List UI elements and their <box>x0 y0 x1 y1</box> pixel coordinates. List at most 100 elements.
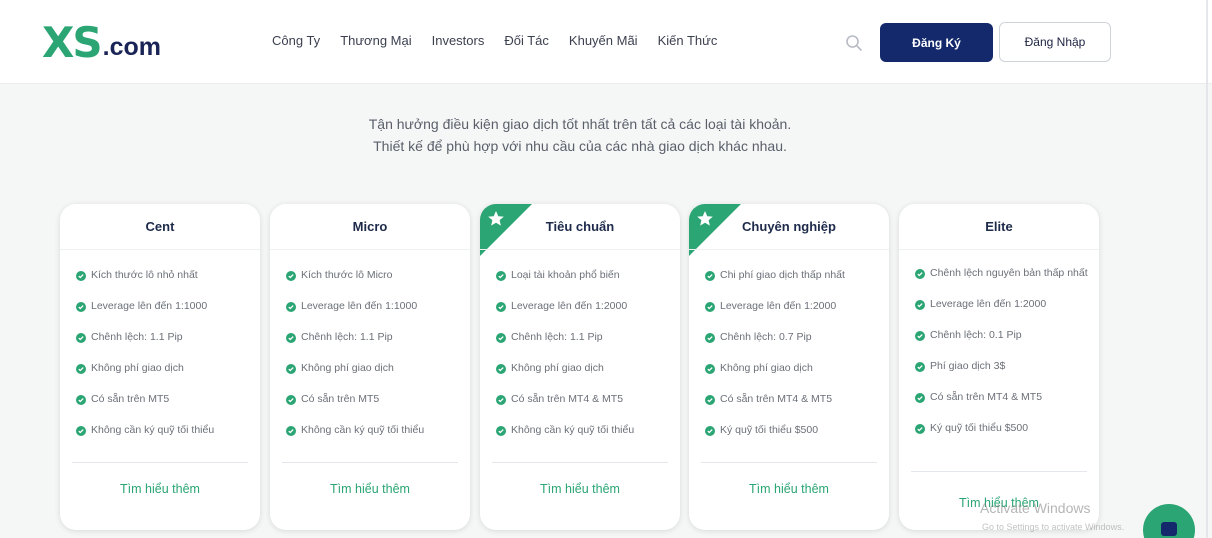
feature-text: Ký quỹ tối thiểu $500 <box>720 424 819 436</box>
feature-item: Loại tài khoản phổ biến <box>496 268 674 283</box>
chat-button[interactable] <box>1143 504 1195 538</box>
feature-item: Chi phí giao dịch thấp nhất <box>705 268 883 283</box>
learn-more-link[interactable]: Tìm hiểu thêm <box>480 482 680 496</box>
card-title: Chuyên nghiệp <box>689 204 889 250</box>
feature-text: Có sẵn trên MT5 <box>301 393 380 405</box>
check-circle-icon <box>915 300 925 310</box>
feature-item: Leverage lên đến 1:2000 <box>496 299 674 314</box>
feature-list: Chi phí giao dịch thấp nhất Leverage lên… <box>705 268 883 454</box>
nav-item-investors[interactable]: Investors <box>432 33 485 48</box>
learn-more-link[interactable]: Tìm hiểu thêm <box>60 482 260 496</box>
activate-windows-subtitle: Go to Settings to activate Windows. <box>982 522 1125 532</box>
learn-more-link[interactable]: Tìm hiểu thêm <box>689 482 889 496</box>
login-button[interactable]: Đăng Nhập <box>999 22 1111 62</box>
search-icon[interactable] <box>845 34 863 52</box>
feature-item: Không cần ký quỹ tối thiểu <box>496 423 674 438</box>
feature-item: Không cần ký quỹ tối thiểu <box>76 423 254 438</box>
feature-item: Leverage lên đến 1:1000 <box>76 299 254 314</box>
check-circle-icon <box>496 364 506 374</box>
feature-item: Ký quỹ tối thiểu $500 <box>915 421 1093 436</box>
feature-list: Loại tài khoản phổ biến Leverage lên đến… <box>496 268 674 454</box>
check-circle-icon <box>496 426 506 436</box>
feature-item: Leverage lên đến 1:1000 <box>286 299 464 314</box>
feature-text: Không phí giao dịch <box>511 362 604 374</box>
card-divider <box>911 471 1087 472</box>
feature-text: Loại tài khoản phổ biến <box>511 269 620 281</box>
check-circle-icon <box>76 271 86 281</box>
check-circle-icon <box>915 269 925 279</box>
feature-item: Chênh lệch nguyên bản thấp nhất <box>915 266 1093 281</box>
feature-item: Ký quỹ tối thiểu $500 <box>705 423 883 438</box>
account-card-micro: Micro Kích thước lô Micro Leverage lên đ… <box>270 204 470 530</box>
nav-item-cong-ty[interactable]: Công Ty <box>272 33 320 48</box>
feature-text: Ký quỹ tối thiểu $500 <box>930 422 1029 434</box>
feature-item: Không phí giao dịch <box>496 361 674 376</box>
feature-item: Chênh lệch: 0.7 Pip <box>705 330 883 345</box>
feature-text: Chênh lệch: 1.1 Pip <box>511 331 603 343</box>
feature-item: Có sẵn trên MT4 & MT5 <box>705 392 883 407</box>
feature-item: Leverage lên đến 1:2000 <box>705 299 883 314</box>
card-divider <box>701 462 877 463</box>
logo-mark: XS <box>42 18 103 67</box>
nav-item-kien-thuc[interactable]: Kiến Thức <box>658 33 718 48</box>
account-card-elite: Elite Chênh lệch nguyên bản thấp nhất Le… <box>899 204 1099 530</box>
logo[interactable]: XS .com <box>42 20 161 64</box>
card-title: Tiêu chuẩn <box>480 204 680 250</box>
feature-text: Chênh lệch: 1.1 Pip <box>301 331 393 343</box>
feature-text: Không phí giao dịch <box>91 362 184 374</box>
check-circle-icon <box>705 271 715 281</box>
intro-line-2: Thiết kế để phù hợp với nhu cầu của các … <box>373 138 787 154</box>
feature-text: Leverage lên đến 1:2000 <box>511 300 628 312</box>
check-circle-icon <box>286 302 296 312</box>
card-title: Elite <box>899 204 1099 250</box>
account-card-cent: Cent Kích thước lô nhỏ nhất Leverage lên… <box>60 204 260 530</box>
check-circle-icon <box>705 364 715 374</box>
feature-item: Không phí giao dịch <box>705 361 883 376</box>
feature-text: Chênh lệch nguyên bản thấp nhất <box>930 267 1088 279</box>
check-circle-icon <box>915 362 925 372</box>
feature-item: Leverage lên đến 1:2000 <box>915 297 1093 312</box>
account-card-tieu-chuan: Tiêu chuẩn Loại tài khoản phổ biến Lever… <box>480 204 680 530</box>
feature-item: Chênh lệch: 1.1 Pip <box>496 330 674 345</box>
main-nav: Công Ty Thương Mại Investors Đối Tác Khu… <box>272 33 737 48</box>
check-circle-icon <box>705 395 715 405</box>
feature-item: Chênh lệch: 1.1 Pip <box>76 330 254 345</box>
feature-text: Phí giao dịch 3$ <box>930 360 1006 372</box>
check-circle-icon <box>76 426 86 436</box>
chat-icon <box>1161 522 1177 536</box>
check-circle-icon <box>286 333 296 343</box>
check-circle-icon <box>76 395 86 405</box>
feature-item: Không phí giao dịch <box>76 361 254 376</box>
feature-list: Kích thước lô Micro Leverage lên đến 1:1… <box>286 268 464 454</box>
check-circle-icon <box>286 364 296 374</box>
nav-item-khuyen-mai[interactable]: Khuyến Mãi <box>569 33 638 48</box>
feature-text: Có sẵn trên MT4 & MT5 <box>930 391 1043 403</box>
feature-item: Phí giao dịch 3$ <box>915 359 1093 374</box>
check-circle-icon <box>915 393 925 403</box>
feature-text: Leverage lên đến 1:2000 <box>930 298 1047 310</box>
check-circle-icon <box>76 302 86 312</box>
feature-text: Có sẵn trên MT4 & MT5 <box>720 393 833 405</box>
feature-text: Chênh lệch: 1.1 Pip <box>91 331 183 343</box>
page-edge-divider <box>1206 0 1208 538</box>
card-title: Cent <box>60 204 260 250</box>
feature-item: Không phí giao dịch <box>286 361 464 376</box>
feature-text: Không cần ký quỹ tối thiểu <box>301 424 425 436</box>
learn-more-link[interactable]: Tìm hiểu thêm <box>270 482 470 496</box>
feature-text: Không cần ký quỹ tối thiểu <box>91 424 215 436</box>
site-header: XS .com Công Ty Thương Mại Investors Đối… <box>0 0 1212 84</box>
card-divider <box>492 462 668 463</box>
check-circle-icon <box>76 333 86 343</box>
feature-list: Kích thước lô nhỏ nhất Leverage lên đến … <box>76 268 254 454</box>
feature-text: Chi phí giao dịch thấp nhất <box>720 269 845 281</box>
feature-item: Có sẵn trên MT5 <box>76 392 254 407</box>
feature-item: Có sẵn trên MT4 & MT5 <box>496 392 674 407</box>
check-circle-icon <box>286 426 296 436</box>
register-button[interactable]: Đăng Ký <box>880 23 993 62</box>
check-circle-icon <box>496 271 506 281</box>
check-circle-icon <box>496 333 506 343</box>
nav-item-thuong-mai[interactable]: Thương Mại <box>340 33 411 48</box>
check-circle-icon <box>915 424 925 434</box>
feature-text: Kích thước lô nhỏ nhất <box>91 269 198 281</box>
nav-item-doi-tac[interactable]: Đối Tác <box>504 33 549 48</box>
